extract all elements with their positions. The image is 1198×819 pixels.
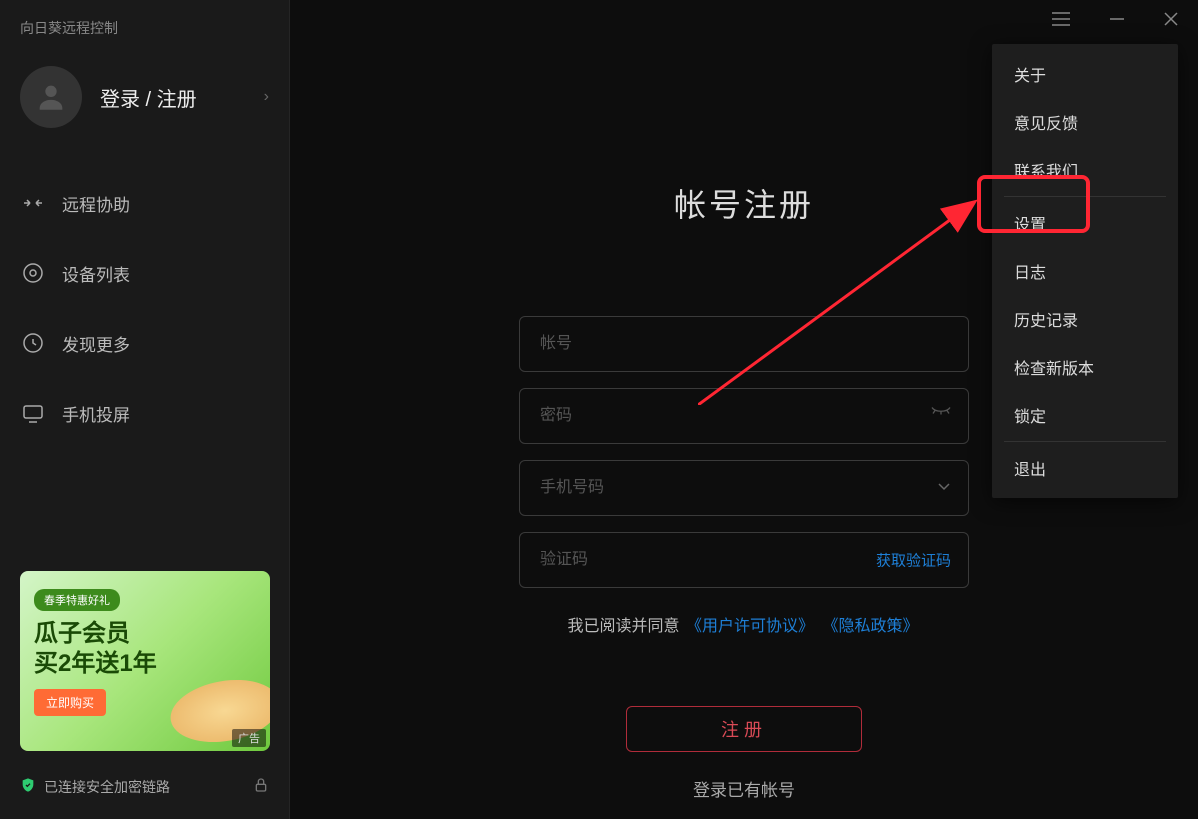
- login-existing-link[interactable]: 登录已有帐号: [693, 776, 795, 801]
- phone-input[interactable]: [519, 460, 969, 516]
- remote-assist-icon: [20, 190, 46, 216]
- register-button[interactable]: 注册: [626, 706, 862, 752]
- menu-exit[interactable]: 退出: [992, 444, 1178, 492]
- close-button[interactable]: [1164, 12, 1178, 26]
- nav-label: 手机投屏: [62, 401, 130, 426]
- nav-label: 远程协助: [62, 191, 130, 216]
- menu-log[interactable]: 日志: [992, 247, 1178, 295]
- status-text: 已连接安全加密链路: [44, 777, 170, 797]
- menu-lock[interactable]: 锁定: [992, 391, 1178, 439]
- agreement-text: 我已阅读并同意 《用户许可协议》 《隐私政策》: [568, 612, 921, 636]
- sidebar: 向日葵远程控制 登录 / 注册 › 远程协助 设备列表 发现更多: [0, 0, 290, 819]
- discover-icon: [20, 330, 46, 356]
- menu-check-update[interactable]: 检查新版本: [992, 343, 1178, 391]
- nav-discover-more[interactable]: 发现更多: [0, 308, 289, 378]
- menu-feedback[interactable]: 意见反馈: [992, 98, 1178, 146]
- status-bar: 已连接安全加密链路: [20, 776, 269, 797]
- nav-label: 发现更多: [62, 331, 130, 356]
- menu-settings[interactable]: 设置: [992, 199, 1178, 247]
- login-register-label: 登录 / 注册: [100, 83, 264, 112]
- menu-history[interactable]: 历史记录: [992, 295, 1178, 343]
- titlebar-controls: [1052, 12, 1178, 26]
- account-input[interactable]: [519, 316, 969, 372]
- promo-buy-button[interactable]: 立即购买: [34, 689, 106, 716]
- menu-divider: [1004, 196, 1166, 197]
- nav-phone-cast[interactable]: 手机投屏: [0, 378, 289, 448]
- menu-contact[interactable]: 联系我们: [992, 146, 1178, 194]
- eula-link[interactable]: 《用户许可协议》: [686, 618, 814, 635]
- avatar: [20, 66, 82, 128]
- password-input[interactable]: [519, 388, 969, 444]
- nav-label: 设备列表: [62, 261, 130, 286]
- main-content: 帐号注册 获取验证码 我已阅读并同意 《用户许可协议》 《隐私政策》 注册 登录…: [290, 0, 1198, 819]
- app-title: 向日葵远程控制: [0, 0, 289, 38]
- main-dropdown-menu: 关于 意见反馈 联系我们 设置 日志 历史记录 检查新版本 锁定 退出: [992, 44, 1178, 498]
- ad-tag: 广告: [232, 729, 266, 747]
- user-icon: [34, 80, 68, 114]
- promo-title: 瓜子会员 买2年送1年: [34, 619, 256, 679]
- menu-button[interactable]: [1052, 12, 1070, 26]
- nav-list: 远程协助 设备列表 发现更多 手机投屏: [0, 168, 289, 448]
- device-list-icon: [20, 260, 46, 286]
- form-title: 帐号注册: [674, 180, 814, 226]
- shield-icon: [20, 777, 36, 796]
- minimize-button[interactable]: [1110, 12, 1124, 26]
- eye-toggle-icon[interactable]: [931, 407, 951, 426]
- chevron-down-icon[interactable]: [937, 479, 951, 497]
- nav-remote-assist[interactable]: 远程协助: [0, 168, 289, 238]
- hamburger-icon: [1052, 12, 1070, 26]
- lock-icon[interactable]: [253, 776, 269, 797]
- register-form: 帐号注册 获取验证码 我已阅读并同意 《用户许可协议》 《隐私政策》 注册 登录…: [519, 180, 969, 801]
- menu-divider: [1004, 441, 1166, 442]
- login-register-section[interactable]: 登录 / 注册 ›: [0, 38, 289, 148]
- minimize-icon: [1110, 12, 1124, 26]
- chevron-right-icon: ›: [264, 88, 269, 106]
- close-icon: [1164, 12, 1178, 26]
- cast-icon: [20, 400, 46, 426]
- get-code-button[interactable]: 获取验证码: [876, 550, 951, 571]
- menu-about[interactable]: 关于: [992, 50, 1178, 98]
- privacy-link[interactable]: 《隐私政策》: [822, 618, 918, 635]
- nav-device-list[interactable]: 设备列表: [0, 238, 289, 308]
- promo-banner[interactable]: 春季特惠好礼 瓜子会员 买2年送1年 立即购买 广告: [20, 571, 270, 751]
- promo-badge: 春季特惠好礼: [34, 589, 120, 611]
